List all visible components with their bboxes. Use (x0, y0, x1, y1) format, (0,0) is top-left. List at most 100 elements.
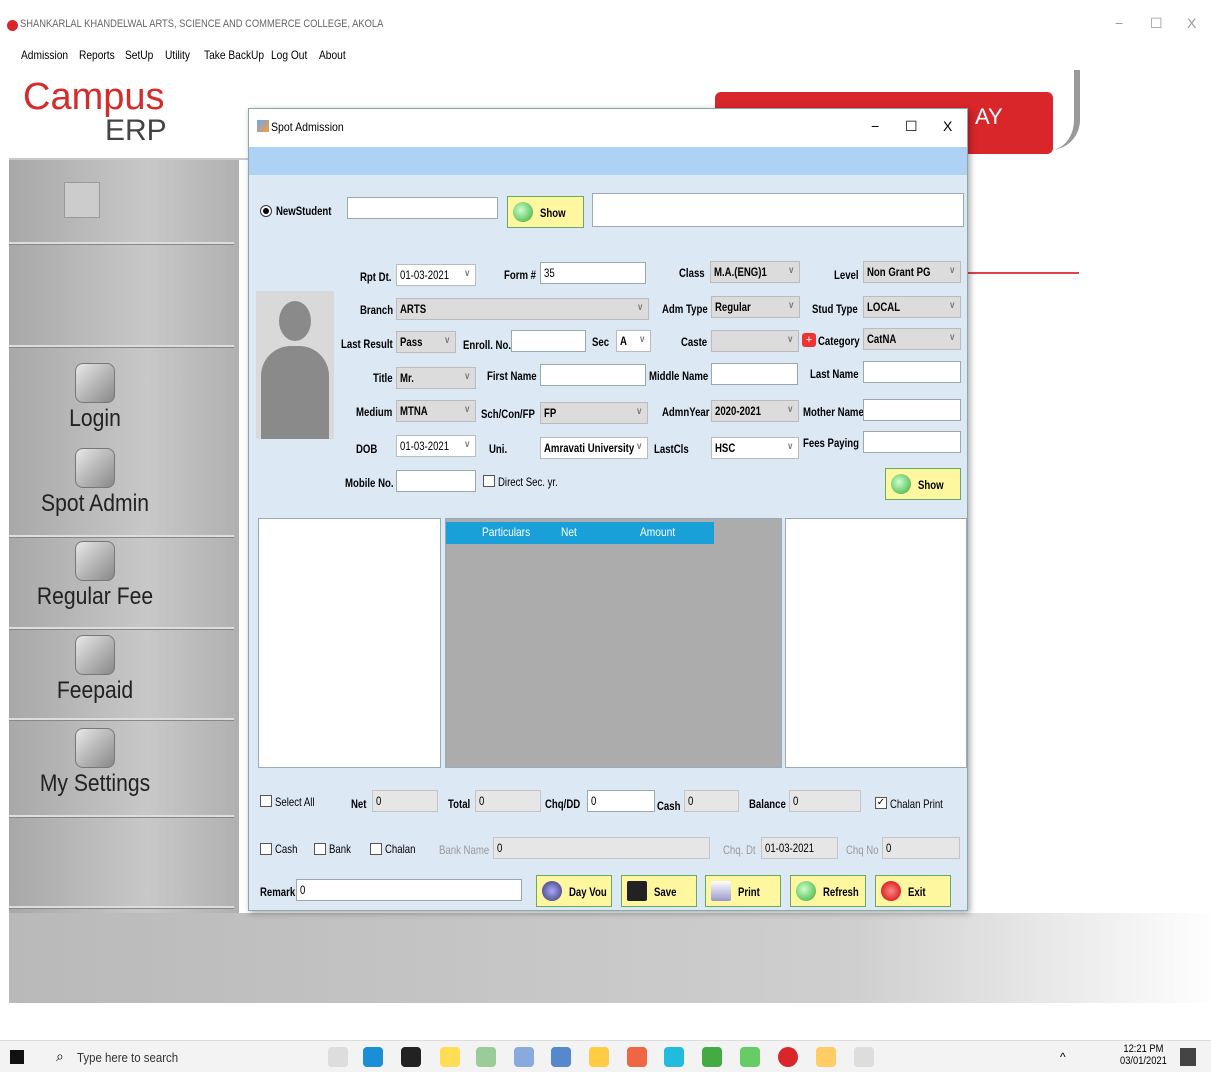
taskbar-search-input[interactable]: Type here to search (77, 1050, 178, 1065)
chq-dt-field: 01-03-2021 (761, 837, 838, 859)
menu-log-out[interactable]: Log Out (271, 48, 307, 62)
users-icon (75, 635, 115, 675)
admn-year-select[interactable]: 2020-2021 v (711, 400, 799, 422)
add-icon[interactable]: + (802, 333, 816, 347)
notification-icon[interactable] (1180, 1048, 1196, 1066)
bank-name-label: Bank Name (439, 843, 490, 857)
adm-type-select[interactable]: Regular v (711, 296, 800, 318)
student-info-box[interactable] (592, 193, 964, 227)
sidebar-item-label: Feepaid (56, 677, 134, 704)
chalan-print-checkbox[interactable]: ✓ (875, 797, 887, 809)
store-icon[interactable] (401, 1047, 421, 1067)
rpt-dt-picker[interactable]: 01-03-2021 v (396, 264, 476, 286)
right-list-panel[interactable] (785, 518, 967, 768)
dialog-minimize-button[interactable]: − (871, 118, 879, 134)
minimize-button[interactable]: − (1115, 15, 1123, 31)
last-name-input[interactable] (863, 361, 961, 383)
menu-setup[interactable]: SetUp (125, 48, 153, 62)
sidebar-item-login[interactable]: Login (10, 363, 180, 433)
fees-paying-input[interactable] (863, 431, 961, 453)
save-button[interactable]: Save (621, 875, 697, 907)
edge-icon[interactable] (363, 1047, 383, 1067)
title-select[interactable]: Mr. v (396, 367, 476, 389)
show-button[interactable]: Show (885, 468, 961, 500)
search-student-input[interactable] (347, 197, 498, 219)
branch-select[interactable]: ARTS v (396, 298, 649, 320)
maximize-button[interactable]: ☐ (1150, 15, 1163, 32)
print-button[interactable]: Print (705, 875, 781, 907)
last-result-select[interactable]: Pass v (396, 331, 456, 353)
app-icon[interactable] (514, 1047, 534, 1067)
app-icon[interactable] (551, 1047, 571, 1067)
day-vou-button[interactable]: Day Vou (536, 875, 612, 907)
chevron-down-icon: v (445, 335, 450, 346)
sec-select[interactable]: Av (616, 330, 651, 352)
clock[interactable]: 12:21 PM 03/01/2021 (1120, 1043, 1167, 1067)
app-icon[interactable] (440, 1047, 460, 1067)
app-icon[interactable] (664, 1047, 684, 1067)
tray-up-icon[interactable]: ^ (1060, 1050, 1066, 1064)
clock-time: 12:21 PM (1123, 1043, 1164, 1055)
chqdd-input[interactable]: 0 (587, 790, 655, 812)
app-icon[interactable] (740, 1047, 760, 1067)
chalan-checkbox-label: Chalan (385, 842, 416, 856)
stud-type-label: Stud Type (812, 302, 858, 316)
grid-icon (64, 182, 100, 218)
chrome-icon[interactable] (627, 1047, 647, 1067)
dialog-maximize-button[interactable]: ☐ (905, 118, 918, 135)
stud-type-select[interactable]: LOCAL v (863, 296, 961, 318)
close-button[interactable]: X (1187, 15, 1196, 31)
form-input[interactable]: 35 (540, 262, 646, 284)
level-select[interactable]: Non Grant PG v (863, 261, 961, 283)
uni-select[interactable]: Amravati University v (540, 437, 648, 459)
windows-start-icon[interactable] (10, 1050, 24, 1064)
mother-name-input[interactable] (863, 399, 961, 421)
sidebar-item-my-settings[interactable]: My Settings (10, 728, 180, 798)
task-view-icon[interactable] (328, 1047, 348, 1067)
select-all-checkbox[interactable] (260, 795, 272, 807)
menu-about[interactable]: About (319, 48, 346, 62)
new-student-radio[interactable] (260, 205, 272, 217)
app-icon[interactable] (476, 1047, 496, 1067)
cash-checkbox-label: Cash (275, 842, 298, 856)
caste-select[interactable]: v (711, 330, 799, 352)
show-button-top[interactable]: Show (507, 196, 584, 228)
remark-input[interactable]: 0 (296, 879, 522, 901)
middle-name-input[interactable] (711, 363, 798, 385)
app-icon[interactable] (816, 1047, 836, 1067)
direct-sec-checkbox[interactable] (483, 475, 495, 487)
sidebar-divider (9, 718, 234, 721)
chalan-checkbox[interactable] (370, 843, 382, 855)
medium-select[interactable]: MTNA v (396, 400, 476, 422)
sidebar-item-regular-fee[interactable]: Regular Fee (10, 541, 180, 611)
balance-label: Balance (749, 797, 786, 811)
sidebar-item-label: Spot Admin (40, 490, 150, 517)
dob-picker[interactable]: 01-03-2021 v (396, 435, 476, 457)
exit-button[interactable]: Exit (875, 875, 951, 907)
sch-select[interactable]: FP v (540, 402, 648, 424)
menu-admission[interactable]: Admission (21, 48, 68, 62)
sidebar-item-spot-admin[interactable]: Spot Admin (10, 448, 180, 518)
lastcls-select[interactable]: HSC v (711, 437, 799, 459)
category-select[interactable]: CatNA v (863, 328, 961, 350)
erp-icon[interactable] (778, 1047, 798, 1067)
fee-grid[interactable] (445, 518, 782, 768)
magnifier-icon[interactable] (854, 1047, 874, 1067)
excel-icon[interactable] (702, 1047, 722, 1067)
sidebar-item-feepaid[interactable]: Feepaid (10, 635, 180, 705)
menu-take-backup[interactable]: Take BackUp (204, 48, 264, 62)
class-select[interactable]: M.A.(ENG)1 v (710, 261, 800, 283)
menu-reports[interactable]: Reports (79, 48, 115, 62)
folder-icon[interactable] (589, 1047, 609, 1067)
enroll-input[interactable] (511, 330, 586, 352)
mobile-input[interactable] (396, 470, 476, 492)
refresh-button[interactable]: Refresh (790, 875, 866, 907)
form-label: Form # (504, 268, 537, 282)
dialog-close-button[interactable]: X (943, 118, 952, 134)
bank-checkbox[interactable] (314, 843, 326, 855)
cash-checkbox[interactable] (260, 843, 272, 855)
database-icon (542, 881, 562, 901)
menu-utility[interactable]: Utility (165, 48, 190, 62)
left-list-panel[interactable] (258, 518, 441, 768)
first-name-input[interactable] (540, 364, 646, 386)
